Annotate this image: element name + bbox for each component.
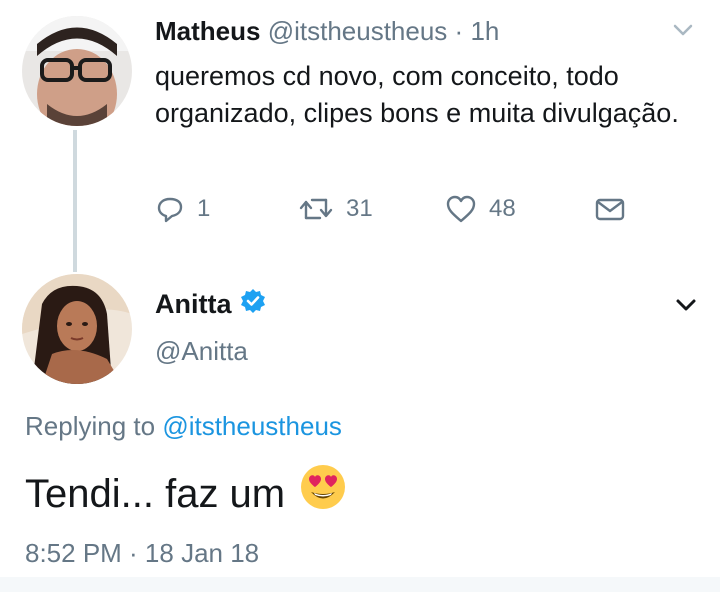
replying-to: Replying to @itstheustheus <box>25 411 342 442</box>
retweet-button[interactable]: 31 <box>298 194 373 224</box>
tweet-text: Tendi... faz um <box>25 463 347 524</box>
author-name[interactable]: Anitta <box>155 289 232 320</box>
tweet-header: Matheus @itstheustheus · 1h <box>155 14 499 48</box>
author-name[interactable]: Matheus <box>155 16 260 46</box>
reply-count: 1 <box>197 195 211 222</box>
replying-to-handle-link[interactable]: @itstheustheus <box>162 411 342 441</box>
tweet-text: queremos cd novo, com conceito, todo org… <box>155 61 679 128</box>
avatar-matheus[interactable] <box>22 16 132 126</box>
like-count: 48 <box>489 195 516 222</box>
heart-eyes-emoji-icon <box>299 463 347 524</box>
bottom-divider <box>0 577 720 592</box>
verified-badge-icon <box>240 288 266 321</box>
author-handle[interactable]: @Anitta <box>155 336 248 367</box>
tweet-menu-chevron-icon[interactable] <box>674 296 698 319</box>
thread-connector-line <box>73 130 77 272</box>
heart-icon <box>445 194 477 224</box>
retweet-count: 31 <box>346 195 373 222</box>
reply-button[interactable]: 1 <box>155 194 210 224</box>
envelope-icon <box>593 194 627 224</box>
like-button[interactable]: 48 <box>445 194 516 224</box>
tweet-text-body: Tendi... faz um <box>25 471 286 516</box>
tweet-time[interactable]: 1h <box>470 16 499 46</box>
separator-dot: · <box>454 16 464 46</box>
direct-message-button[interactable] <box>593 194 627 224</box>
author-name-row: Anitta <box>155 288 266 321</box>
tweet-timestamp[interactable]: 8:52 PM · 18 Jan 18 <box>25 538 259 569</box>
author-handle[interactable]: @itstheustheus <box>268 16 448 46</box>
replying-to-prefix: Replying to <box>25 411 156 441</box>
avatar-anitta[interactable] <box>22 274 132 384</box>
retweet-icon <box>298 194 334 224</box>
reply-icon <box>155 194 185 224</box>
tweet-menu-chevron-icon[interactable] <box>672 22 694 43</box>
